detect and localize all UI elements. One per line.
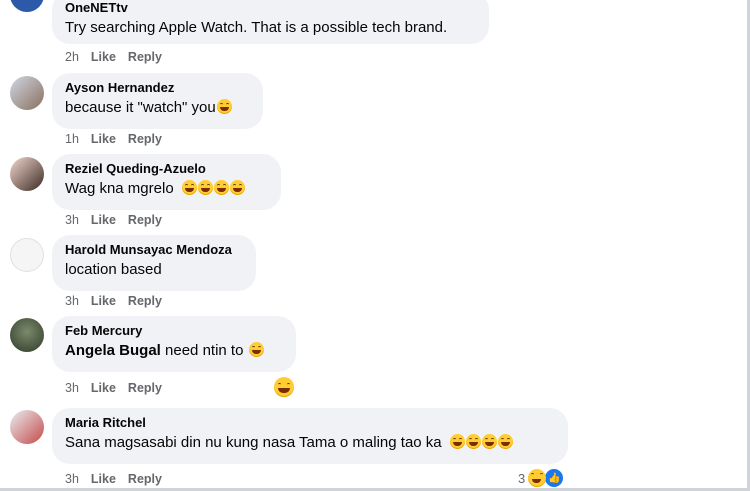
reply-button[interactable]: Reply bbox=[128, 381, 162, 395]
avatar[interactable] bbox=[10, 410, 44, 444]
laughing-emoji-icon bbox=[449, 434, 465, 449]
comment-author[interactable]: OneNETtv bbox=[65, 0, 476, 16]
like-button[interactable]: Like bbox=[91, 472, 116, 486]
like-button[interactable]: Like bbox=[91, 294, 116, 308]
avatar[interactable] bbox=[10, 157, 44, 191]
laughing-emoji-icon bbox=[229, 180, 245, 195]
comment-time[interactable]: 3h bbox=[65, 472, 79, 486]
comment-actions: 3h Like Reply bbox=[65, 294, 162, 308]
comment-text-body: because it "watch" you bbox=[65, 99, 216, 116]
laughing-emoji-icon bbox=[181, 180, 197, 195]
reaction-count: 3 bbox=[518, 470, 526, 486]
comment-actions: 1h Like Reply bbox=[65, 132, 162, 146]
comment-bubble: Maria Ritchel Sana magsasabi din nu kung… bbox=[52, 408, 568, 464]
comment-text: Sana magsasabi din nu kung nasa Tama o m… bbox=[65, 433, 555, 453]
like-button[interactable]: Like bbox=[91, 50, 116, 64]
comment-text-body: Sana magsasabi din nu kung nasa Tama o m… bbox=[65, 434, 442, 451]
comment-text-body: need ntin to bbox=[160, 342, 244, 359]
comment-time[interactable]: 3h bbox=[65, 294, 79, 308]
reply-button[interactable]: Reply bbox=[128, 50, 162, 64]
comment-actions: 2h Like Reply bbox=[65, 50, 162, 64]
comment-actions: 3h Like Reply bbox=[65, 472, 162, 486]
comment-author[interactable]: Ayson Hernandez bbox=[65, 80, 250, 96]
avatar[interactable] bbox=[10, 318, 44, 352]
laughing-emoji-icon bbox=[216, 99, 232, 114]
comment-time[interactable]: 2h bbox=[65, 50, 79, 64]
comment-text: Try searching Apple Watch. That is a pos… bbox=[65, 19, 448, 36]
comment-text: because it "watch" you bbox=[65, 98, 250, 118]
laughing-emoji-icon bbox=[465, 434, 481, 449]
comment-bubble: Feb Mercury Angela Bugal need ntin to bbox=[52, 316, 296, 372]
reply-button[interactable]: Reply bbox=[128, 213, 162, 227]
comment-text: location based bbox=[65, 261, 162, 278]
comment-actions: 3h Like Reply bbox=[65, 213, 162, 227]
comment-bubble: OneNETtv Try searching Apple Watch. That… bbox=[52, 0, 489, 44]
reply-button[interactable]: Reply bbox=[128, 472, 162, 486]
laughing-emoji-icon bbox=[497, 434, 513, 449]
comment-time[interactable]: 3h bbox=[65, 213, 79, 227]
comment-author[interactable]: Maria Ritchel bbox=[65, 415, 555, 431]
comment-author[interactable]: Harold Munsayac Mendoza bbox=[65, 242, 243, 258]
like-button[interactable]: Like bbox=[91, 132, 116, 146]
comment-bubble: Ayson Hernandez because it "watch" you bbox=[52, 73, 263, 129]
reaction-summary[interactable]: 3 👍 bbox=[518, 468, 565, 488]
laughing-emoji-icon bbox=[481, 434, 497, 449]
laughing-emoji-icon bbox=[197, 180, 213, 195]
comment-time[interactable]: 1h bbox=[65, 132, 79, 146]
comment-author[interactable]: Reziel Queding-Azuelo bbox=[65, 161, 268, 177]
avatar[interactable] bbox=[10, 238, 44, 272]
comment-bubble: Harold Munsayac Mendoza location based bbox=[52, 235, 256, 291]
laughing-emoji-icon bbox=[274, 377, 294, 397]
like-button[interactable]: Like bbox=[91, 213, 116, 227]
comment-author[interactable]: Feb Mercury bbox=[65, 323, 283, 339]
comment-text: Angela Bugal need ntin to bbox=[65, 341, 283, 361]
comment-text: Wag kna mgrelo bbox=[65, 179, 268, 199]
reply-button[interactable]: Reply bbox=[128, 132, 162, 146]
avatar[interactable] bbox=[10, 0, 44, 12]
avatar[interactable] bbox=[10, 76, 44, 110]
laughing-emoji-icon bbox=[248, 342, 264, 357]
mention-link[interactable]: Angela Bugal bbox=[65, 342, 161, 359]
comment-text-body: Wag kna mgrelo bbox=[65, 180, 174, 197]
laughing-emoji-icon bbox=[528, 469, 547, 487]
comment-actions: 3h Like Reply bbox=[65, 381, 162, 395]
laughing-emoji-icon bbox=[213, 180, 229, 195]
thumbs-up-icon: 👍 bbox=[544, 468, 565, 488]
comment-time[interactable]: 3h bbox=[65, 381, 79, 395]
like-button[interactable]: Like bbox=[91, 381, 116, 395]
reply-button[interactable]: Reply bbox=[128, 294, 162, 308]
comment-bubble: Reziel Queding-Azuelo Wag kna mgrelo bbox=[52, 154, 281, 210]
